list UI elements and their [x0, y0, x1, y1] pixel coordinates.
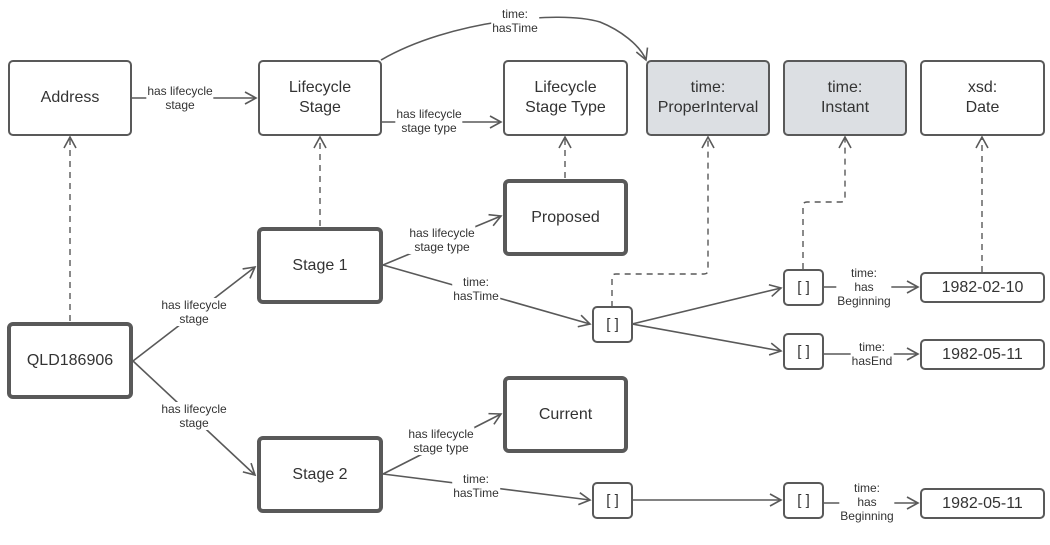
node-proposed[interactable]: Proposed [503, 179, 628, 256]
node-current[interactable]: Current [503, 376, 628, 453]
edge-label-stage1-type: has lifecycle stage type [408, 226, 476, 254]
edge-label-has-lifecycle-stage-type: has lifecycle stage type [395, 107, 463, 135]
edge-label-stage2-hastime: time: hasTime [452, 472, 500, 500]
node-date-1982-05-11-end[interactable]: 1982-05-11 [920, 339, 1045, 370]
edge-blank1-blank3 [631, 323, 783, 356]
node-blank-instant-begin-2[interactable]: [ ] [783, 482, 824, 519]
node-date-1982-02-10[interactable]: 1982-02-10 [920, 272, 1045, 303]
node-blank-interval-1[interactable]: [ ] [592, 306, 633, 343]
node-time-instant[interactable]: time: Instant [783, 60, 907, 136]
node-blank-instant-begin-1[interactable]: [ ] [783, 269, 824, 306]
diagram-canvas: has lifecycle stage has lifecycle stage … [0, 0, 1050, 545]
edge-label-has-end: time: hasEnd [850, 340, 894, 368]
node-lifecycle-stage-type[interactable]: Lifecycle Stage Type [503, 60, 628, 136]
edge-label-has-lifecycle-stage: has lifecycle stage [146, 84, 214, 112]
node-blank-interval-2[interactable]: [ ] [592, 482, 633, 519]
node-address[interactable]: Address [8, 60, 132, 136]
edge-label-hastime: time: hasTime [491, 7, 539, 35]
edge-blank1-blank2 [631, 283, 783, 325]
node-date-1982-05-11-begin[interactable]: 1982-05-11 [920, 488, 1045, 519]
edge-label-has-beginning: time: has Beginning [836, 266, 892, 308]
edge-label-stage2-type: has lifecycle stage type [407, 427, 475, 455]
edge-label-has-beginning-2: time: has Beginning [839, 481, 895, 523]
edge-label-qld-stage2: has lifecycle stage [160, 402, 228, 430]
edge-label-stage1-hastime: time: hasTime [452, 275, 500, 303]
node-qld186906[interactable]: QLD186906 [7, 322, 133, 399]
edge-label-qld-stage1: has lifecycle stage [160, 298, 228, 326]
node-stage-2[interactable]: Stage 2 [257, 436, 383, 513]
node-xsd-date[interactable]: xsd: Date [920, 60, 1045, 136]
node-blank-instant-end-1[interactable]: [ ] [783, 333, 824, 370]
node-lifecycle-stage[interactable]: Lifecycle Stage [258, 60, 382, 136]
node-stage-1[interactable]: Stage 1 [257, 227, 383, 304]
node-time-proper-interval[interactable]: time: ProperInterval [646, 60, 770, 136]
type-edge-blank2-instant [802, 135, 852, 269]
